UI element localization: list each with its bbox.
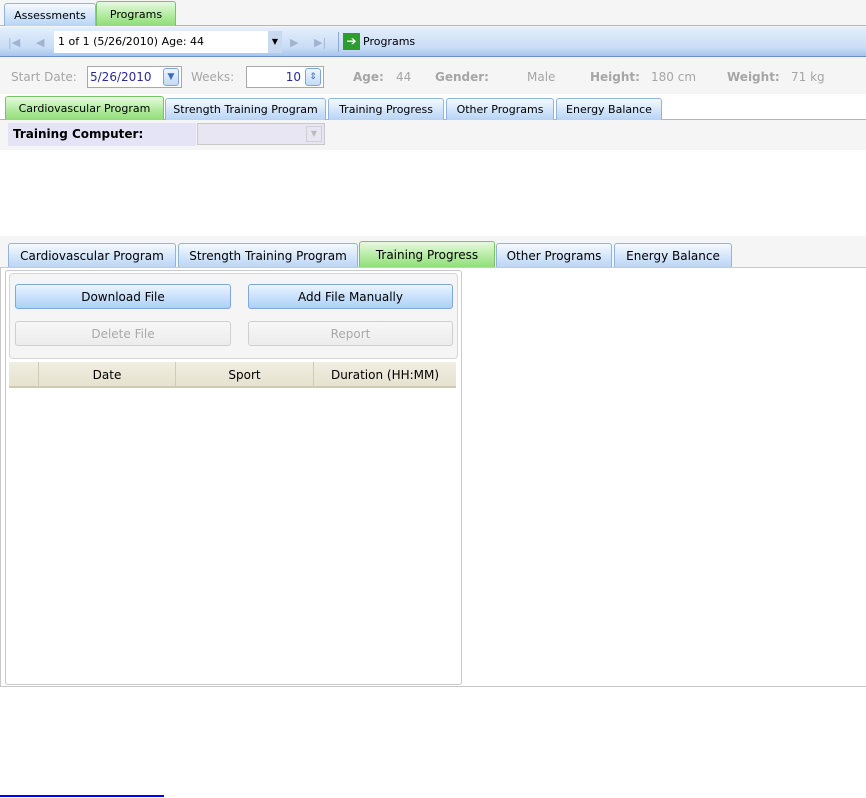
arrow-right-icon: ➔	[343, 33, 360, 50]
prev-record-icon[interactable]: ◀	[36, 36, 44, 49]
next-record-icon[interactable]: ▶	[290, 36, 298, 49]
weeks-stepper[interactable]: 10 ⇕	[246, 66, 324, 88]
report-button[interactable]: Report	[248, 321, 453, 346]
programs-screen: Assessments Programs |◀ ◀ 1 of 1 (5/26/2…	[0, 0, 866, 150]
chevron-down-icon[interactable]: ▼	[268, 31, 282, 53]
tab-energy-balance[interactable]: Energy Balance	[614, 243, 732, 268]
training-progress-panel: Download File Add File Manually Delete F…	[0, 267, 866, 687]
weight-label: Weight:	[727, 70, 780, 84]
delete-file-button[interactable]: Delete File	[15, 321, 231, 346]
grid-header: Date Sport Duration (HH:MM)	[9, 362, 456, 388]
start-date-value: 5/26/2010	[90, 70, 152, 84]
record-selector[interactable]: 1 of 1 (5/26/2010) Age: 44 ▼	[54, 31, 282, 53]
gender-value: Male	[527, 70, 556, 84]
weeks-value: 10	[285, 70, 301, 84]
calendar-dropdown-icon[interactable]: ▼	[163, 68, 179, 86]
files-panel: Download File Add File Manually Delete F…	[5, 270, 462, 685]
start-date-label: Start Date:	[11, 70, 77, 84]
tab-assessments[interactable]: Assessments	[4, 3, 96, 26]
tab-training-progress[interactable]: Training Progress	[359, 241, 495, 268]
age-label: Age:	[353, 70, 384, 84]
column-header-sport[interactable]: Sport	[176, 362, 314, 387]
spin-icon[interactable]: ⇕	[305, 68, 321, 86]
age-value: 44	[396, 70, 412, 84]
gender-label: Gender:	[435, 70, 489, 84]
last-record-icon[interactable]: ▶|	[314, 36, 326, 49]
link-underline[interactable]	[0, 795, 164, 797]
height-label: Height:	[590, 70, 640, 84]
tab-cardiovascular-program[interactable]: Cardiovascular Program	[8, 243, 176, 268]
tab-other-programs[interactable]: Other Programs	[496, 243, 612, 268]
training-computer-label: Training Computer:	[8, 123, 196, 146]
record-selector-value: 1 of 1 (5/26/2010) Age: 44	[58, 35, 205, 48]
programs-label: Programs	[363, 35, 416, 48]
weeks-label: Weeks:	[191, 70, 235, 84]
chevron-down-icon[interactable]: ▼	[306, 126, 322, 142]
row-selector-header	[9, 362, 39, 387]
first-record-icon[interactable]: |◀	[8, 36, 20, 49]
download-file-button[interactable]: Download File	[15, 284, 231, 309]
add-file-manually-button[interactable]: Add File Manually	[248, 284, 453, 309]
toolbar-separator	[338, 32, 339, 52]
programs-button[interactable]: ➔ Programs	[343, 33, 415, 50]
start-date-field[interactable]: 5/26/2010 ▼	[87, 66, 182, 88]
tab-energy-balance[interactable]: Energy Balance	[556, 98, 662, 120]
tab-training-progress[interactable]: Training Progress	[328, 98, 444, 120]
tab-cardiovascular-program[interactable]: Cardiovascular Program	[5, 96, 164, 120]
tab-strength-training-program[interactable]: Strength Training Program	[165, 98, 326, 120]
tab-strength-training-program[interactable]: Strength Training Program	[178, 243, 358, 268]
file-actions-group: Download File Add File Manually Delete F…	[9, 273, 458, 359]
column-header-duration[interactable]: Duration (HH:MM)	[314, 362, 456, 387]
training-computer-select[interactable]: ▼	[197, 123, 325, 145]
tab-programs[interactable]: Programs	[96, 1, 176, 26]
tab-other-programs[interactable]: Other Programs	[446, 98, 554, 120]
record-navigator: |◀ ◀ 1 of 1 (5/26/2010) Age: 44 ▼ ▶ ▶| ➔ …	[0, 27, 866, 57]
column-header-date[interactable]: Date	[39, 362, 176, 387]
height-value: 180 cm	[651, 70, 697, 84]
weight-value: 71 kg	[791, 70, 825, 84]
